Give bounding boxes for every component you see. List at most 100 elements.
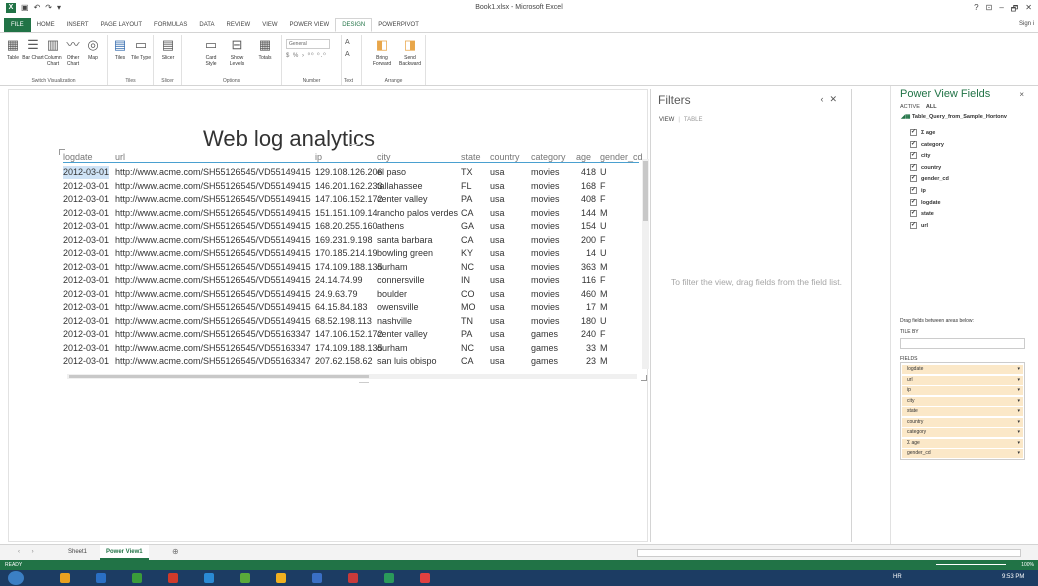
table-cell[interactable]: KY: [461, 247, 473, 260]
table-cell[interactable]: http://www.acme.com/SH55126545/VD5514941…: [115, 180, 311, 193]
table-cell[interactable]: rancho palos verdes: [377, 207, 458, 220]
table-cell[interactable]: IN: [461, 274, 470, 287]
table-cell[interactable]: bowling green: [377, 247, 433, 260]
table-cell[interactable]: F: [600, 180, 606, 193]
table-cell[interactable]: 129.108.126.206: [315, 166, 383, 179]
table-cell[interactable]: http://www.acme.com/SH55126545/VD5516334…: [115, 342, 311, 355]
table-cell[interactable]: CO: [461, 288, 475, 301]
table-row[interactable]: 2012-03-01 http://www.acme.com/SH55126545…: [63, 328, 639, 341]
table-cell[interactable]: usa: [490, 261, 505, 274]
other-chart-button[interactable]: 〰 Other Chart: [62, 37, 84, 67]
table-cell[interactable]: F: [600, 234, 606, 247]
table-cell[interactable]: CA: [461, 207, 474, 220]
fields-tab-active[interactable]: ACTIVE: [900, 104, 920, 110]
taskbar-app-icon[interactable]: [96, 573, 106, 583]
table-cell[interactable]: usa: [490, 301, 505, 314]
table-cell[interactable]: 174.109.188.135: [315, 342, 383, 355]
card-style-button[interactable]: ▭ Card Style: [200, 37, 222, 67]
table-cell[interactable]: 147.106.152.172: [315, 193, 383, 206]
dropdown-arrow-icon[interactable]: ▾: [1017, 397, 1020, 406]
column-header[interactable]: age: [576, 151, 591, 164]
table-cell[interactable]: M: [600, 301, 608, 314]
table-cell[interactable]: U: [600, 166, 607, 179]
checkbox-icon[interactable]: ✓: [910, 129, 917, 137]
table-cell[interactable]: 174.109.188.135: [315, 261, 383, 274]
table-row[interactable]: 2012-03-01 http://www.acme.com/SH55126545…: [63, 355, 639, 368]
table-visualization[interactable]: logdate url ip city state country catego…: [59, 149, 649, 387]
add-sheet-icon[interactable]: ⊕: [172, 547, 179, 556]
tab-data[interactable]: DATA: [193, 18, 220, 32]
table-cell[interactable]: http://www.acme.com/SH55126545/VD5514941…: [115, 193, 311, 206]
column-header[interactable]: gender_cd: [600, 151, 643, 164]
field-well-item[interactable]: category ▾: [902, 428, 1023, 437]
table-cell[interactable]: durham: [377, 342, 408, 355]
column-chart-button[interactable]: ▥ Column Chart: [42, 37, 64, 67]
table-cell[interactable]: athens: [377, 220, 404, 233]
field-well-item[interactable]: city ▾: [902, 396, 1023, 406]
number-format-select[interactable]: General: [286, 39, 330, 49]
table-row[interactable]: 2012-03-01 http://www.acme.com/SH55126545…: [63, 193, 639, 206]
table-cell[interactable]: center valley: [377, 328, 428, 341]
table-cell[interactable]: U: [600, 315, 607, 328]
field-well-item[interactable]: country ▾: [902, 417, 1023, 427]
table-cell[interactable]: NC: [461, 342, 474, 355]
table-row[interactable]: 2012-03-01 http://www.acme.com/SH55126545…: [63, 166, 639, 179]
dropdown-arrow-icon[interactable]: ▾: [1017, 365, 1020, 374]
field-item[interactable]: ✓ country: [910, 163, 941, 173]
tile-by-well[interactable]: [900, 338, 1025, 349]
table-cell[interactable]: nashville: [377, 315, 412, 328]
taskbar-app-icon[interactable]: [348, 573, 358, 583]
table-cell[interactable]: 146.201.162.233: [315, 180, 383, 193]
field-item[interactable]: ✓ category: [910, 140, 944, 150]
table-row[interactable]: 2012-03-01 http://www.acme.com/SH55126545…: [63, 220, 639, 233]
table-cell[interactable]: M: [600, 261, 608, 274]
table-cell[interactable]: 2012-03-01: [63, 288, 109, 301]
send-backward-button[interactable]: ◨ Send Backward: [396, 37, 424, 67]
table-resize-handle[interactable]: [359, 382, 369, 383]
table-cell[interactable]: CA: [461, 234, 474, 247]
ribbon-display-icon[interactable]: ⊡: [986, 3, 993, 17]
table-cell[interactable]: connersville: [377, 274, 425, 287]
dropdown-arrow-icon[interactable]: ▾: [1017, 418, 1020, 427]
table-cell[interactable]: F: [600, 193, 606, 206]
table-cell[interactable]: 363: [576, 261, 596, 274]
column-header[interactable]: url: [115, 151, 125, 164]
table-cell[interactable]: games: [531, 342, 558, 355]
table-cell[interactable]: http://www.acme.com/SH55126545/VD5514941…: [115, 274, 311, 287]
title-resize-handle[interactable]: [350, 144, 360, 145]
table-cell[interactable]: http://www.acme.com/SH55126545/VD5514941…: [115, 166, 311, 179]
totals-button[interactable]: ▦ Totals: [254, 37, 276, 61]
table-cell[interactable]: movies: [531, 301, 560, 314]
taskbar-app-icon[interactable]: [384, 573, 394, 583]
table-cell[interactable]: usa: [490, 247, 505, 260]
dropdown-arrow-icon[interactable]: ▾: [1017, 376, 1020, 385]
table-cell[interactable]: usa: [490, 328, 505, 341]
table-cell[interactable]: M: [600, 342, 608, 355]
table-cell[interactable]: http://www.acme.com/SH55126545/VD5514941…: [115, 247, 311, 260]
tab-powerpivot[interactable]: POWERPIVOT: [372, 18, 425, 32]
table-cell[interactable]: movies: [531, 166, 560, 179]
table-cell[interactable]: F: [600, 274, 606, 287]
table-cell[interactable]: usa: [490, 220, 505, 233]
table-cell[interactable]: 64.15.84.183: [315, 301, 368, 314]
table-cell[interactable]: http://www.acme.com/SH55126545/VD5514941…: [115, 234, 311, 247]
table-cell[interactable]: http://www.acme.com/SH55126545/VD5514941…: [115, 207, 311, 220]
taskbar-app-icon[interactable]: [60, 573, 70, 583]
table-cell[interactable]: boulder: [377, 288, 407, 301]
column-header[interactable]: state: [461, 151, 481, 164]
table-cell[interactable]: M: [600, 207, 608, 220]
table-cell[interactable]: http://www.acme.com/SH55126545/VD5514941…: [115, 261, 311, 274]
taskbar-app-icon[interactable]: [168, 573, 178, 583]
table-cell[interactable]: 147.106.152.172: [315, 328, 383, 341]
table-cell[interactable]: http://www.acme.com/SH55126545/VD5516334…: [115, 328, 311, 341]
dropdown-arrow-icon[interactable]: ▾: [1017, 386, 1020, 395]
table-cell[interactable]: 2012-03-01: [63, 328, 109, 341]
table-cell[interactable]: TN: [461, 315, 473, 328]
column-header[interactable]: city: [377, 151, 391, 164]
tab-insert[interactable]: INSERT: [61, 18, 95, 32]
tab-formulas[interactable]: FORMULAS: [148, 18, 193, 32]
fields-tab-all[interactable]: ALL: [926, 104, 937, 110]
restore-icon[interactable]: 🗗: [1011, 3, 1019, 17]
field-well-item[interactable]: state ▾: [902, 407, 1023, 416]
table-row[interactable]: 2012-03-01 http://www.acme.com/SH55126545…: [63, 234, 639, 247]
